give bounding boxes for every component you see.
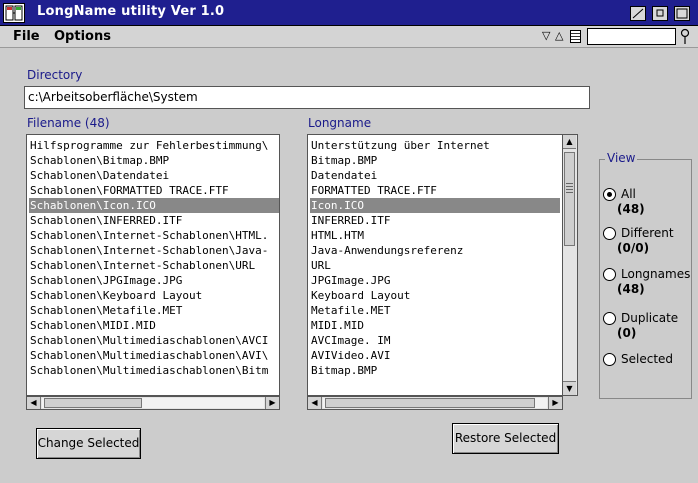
radio-longnames[interactable] — [603, 268, 616, 281]
list-item[interactable]: AVCImage. IM — [310, 333, 560, 348]
list-item[interactable]: INFERRED.ITF — [310, 213, 560, 228]
close-button[interactable] — [674, 6, 690, 21]
list-item[interactable]: Schablonen\Keyboard Layout — [29, 288, 279, 303]
radio-label[interactable]: Duplicate — [621, 311, 678, 325]
list-item[interactable]: Keyboard Layout — [310, 288, 560, 303]
scroll-up-icon[interactable]: ▲ — [563, 135, 576, 149]
list-item[interactable]: Schablonen\Internet-Schablonen\URL — [29, 258, 279, 273]
list-item[interactable]: Schablonen\Icon.ICO — [29, 198, 279, 213]
maximize-button[interactable] — [652, 6, 668, 21]
list-item[interactable]: Schablonen\Datendatei — [29, 168, 279, 183]
scroll-right-icon[interactable]: ▶ — [548, 397, 562, 409]
list-item[interactable]: Schablonen\Bitmap.BMP — [29, 153, 279, 168]
scroll-left-icon[interactable]: ◀ — [27, 397, 41, 409]
document-icon[interactable] — [570, 30, 581, 43]
view-label: View — [605, 151, 638, 165]
list-item[interactable]: Java-Anwendungsreferenz — [310, 243, 560, 258]
search-input[interactable] — [587, 28, 676, 45]
list-item[interactable]: Schablonen\FORMATTED TRACE.FTF — [29, 183, 279, 198]
list-item[interactable]: URL — [310, 258, 560, 273]
list-item[interactable]: Schablonen\Internet-Schablonen\Java- — [29, 243, 279, 258]
nav-up-icon[interactable]: △ — [555, 29, 563, 42]
grip-icon — [566, 183, 573, 195]
list-item[interactable]: Schablonen\Multimediaschablonen\AVCI — [29, 333, 279, 348]
menu-options[interactable]: Options — [54, 29, 111, 44]
filename-list[interactable]: Hilfsprogramme zur Fehlerbestimmung\ Scha… — [26, 134, 280, 396]
minimize-button[interactable] — [630, 6, 646, 21]
longname-vscrollbar[interactable]: ▲ ▼ — [563, 134, 578, 396]
list-item[interactable]: MIDI.MID — [310, 318, 560, 333]
list-item[interactable]: HTML.HTM — [310, 228, 560, 243]
scroll-left-icon[interactable]: ◀ — [308, 397, 322, 409]
filename-label: Filename (48) — [27, 116, 110, 130]
longname-list[interactable]: Unterstützung über Internet Bitmap.BMP Dat… — [307, 134, 563, 396]
longname-hscrollbar[interactable]: ◀ ▶ — [307, 396, 563, 410]
radio-label[interactable]: Longnames — [621, 267, 690, 281]
list-item[interactable]: Bitmap.BMP — [310, 153, 560, 168]
app-icon[interactable] — [3, 3, 25, 23]
list-item[interactable]: Datendatei — [310, 168, 560, 183]
list-item[interactable]: Schablonen\Metafile.MET — [29, 303, 279, 318]
radio-selected[interactable] — [603, 353, 616, 366]
list-item[interactable]: Unterstützung über Internet — [310, 138, 560, 153]
scroll-thumb[interactable] — [325, 398, 535, 408]
list-item[interactable]: Metafile.MET — [310, 303, 560, 318]
radio-label[interactable]: All — [621, 187, 636, 201]
radio-duplicate[interactable] — [603, 312, 616, 325]
nav-down-icon[interactable]: ▽ — [542, 29, 550, 42]
scroll-thumb[interactable] — [564, 152, 575, 246]
directory-label: Directory — [27, 68, 83, 82]
longname-label: Longname — [308, 116, 372, 130]
scroll-down-icon[interactable]: ▼ — [563, 381, 576, 395]
radio-label[interactable]: Different — [621, 226, 674, 240]
filename-hscrollbar[interactable]: ◀ ▶ — [26, 396, 280, 410]
list-item[interactable]: Schablonen\INFERRED.ITF — [29, 213, 279, 228]
list-item[interactable]: Schablonen\Internet-Schablonen\HTML. — [29, 228, 279, 243]
radio-all[interactable] — [603, 188, 616, 201]
scroll-right-icon[interactable]: ▶ — [265, 397, 279, 409]
list-item[interactable]: Schablonen\Multimediaschablonen\Bitm — [29, 363, 279, 378]
directory-field[interactable]: c:\Arbeitsoberfläche\System — [24, 86, 590, 109]
window-title: LongName utility Ver 1.0 — [37, 4, 225, 19]
restore-selected-button[interactable]: Restore Selected — [452, 423, 559, 454]
menu-file[interactable]: File — [13, 29, 40, 44]
list-item[interactable]: Bitmap.BMP — [310, 363, 560, 378]
change-selected-button[interactable]: Change Selected — [36, 428, 141, 459]
scroll-thumb[interactable] — [44, 398, 142, 408]
search-icon[interactable] — [679, 28, 691, 46]
list-item[interactable]: JPGImage.JPG — [310, 273, 560, 288]
list-item[interactable]: AVIVideo.AVI — [310, 348, 560, 363]
list-item[interactable]: Schablonen\JPGImage.JPG — [29, 273, 279, 288]
list-item[interactable]: Schablonen\Multimediaschablonen\AVI\ — [29, 348, 279, 363]
radio-count: (48) — [617, 282, 645, 296]
radio-label[interactable]: Selected — [621, 352, 673, 366]
list-item[interactable]: FORMATTED TRACE.FTF — [310, 183, 560, 198]
list-item[interactable]: Hilfsprogramme zur Fehlerbestimmung\ — [29, 138, 279, 153]
radio-count: (0) — [617, 326, 637, 340]
list-item[interactable]: Schablonen\MIDI.MID — [29, 318, 279, 333]
radio-different[interactable] — [603, 227, 616, 240]
list-item[interactable]: Icon.ICO — [310, 198, 560, 213]
radio-count: (0/0) — [617, 241, 650, 255]
radio-count: (48) — [617, 202, 645, 216]
